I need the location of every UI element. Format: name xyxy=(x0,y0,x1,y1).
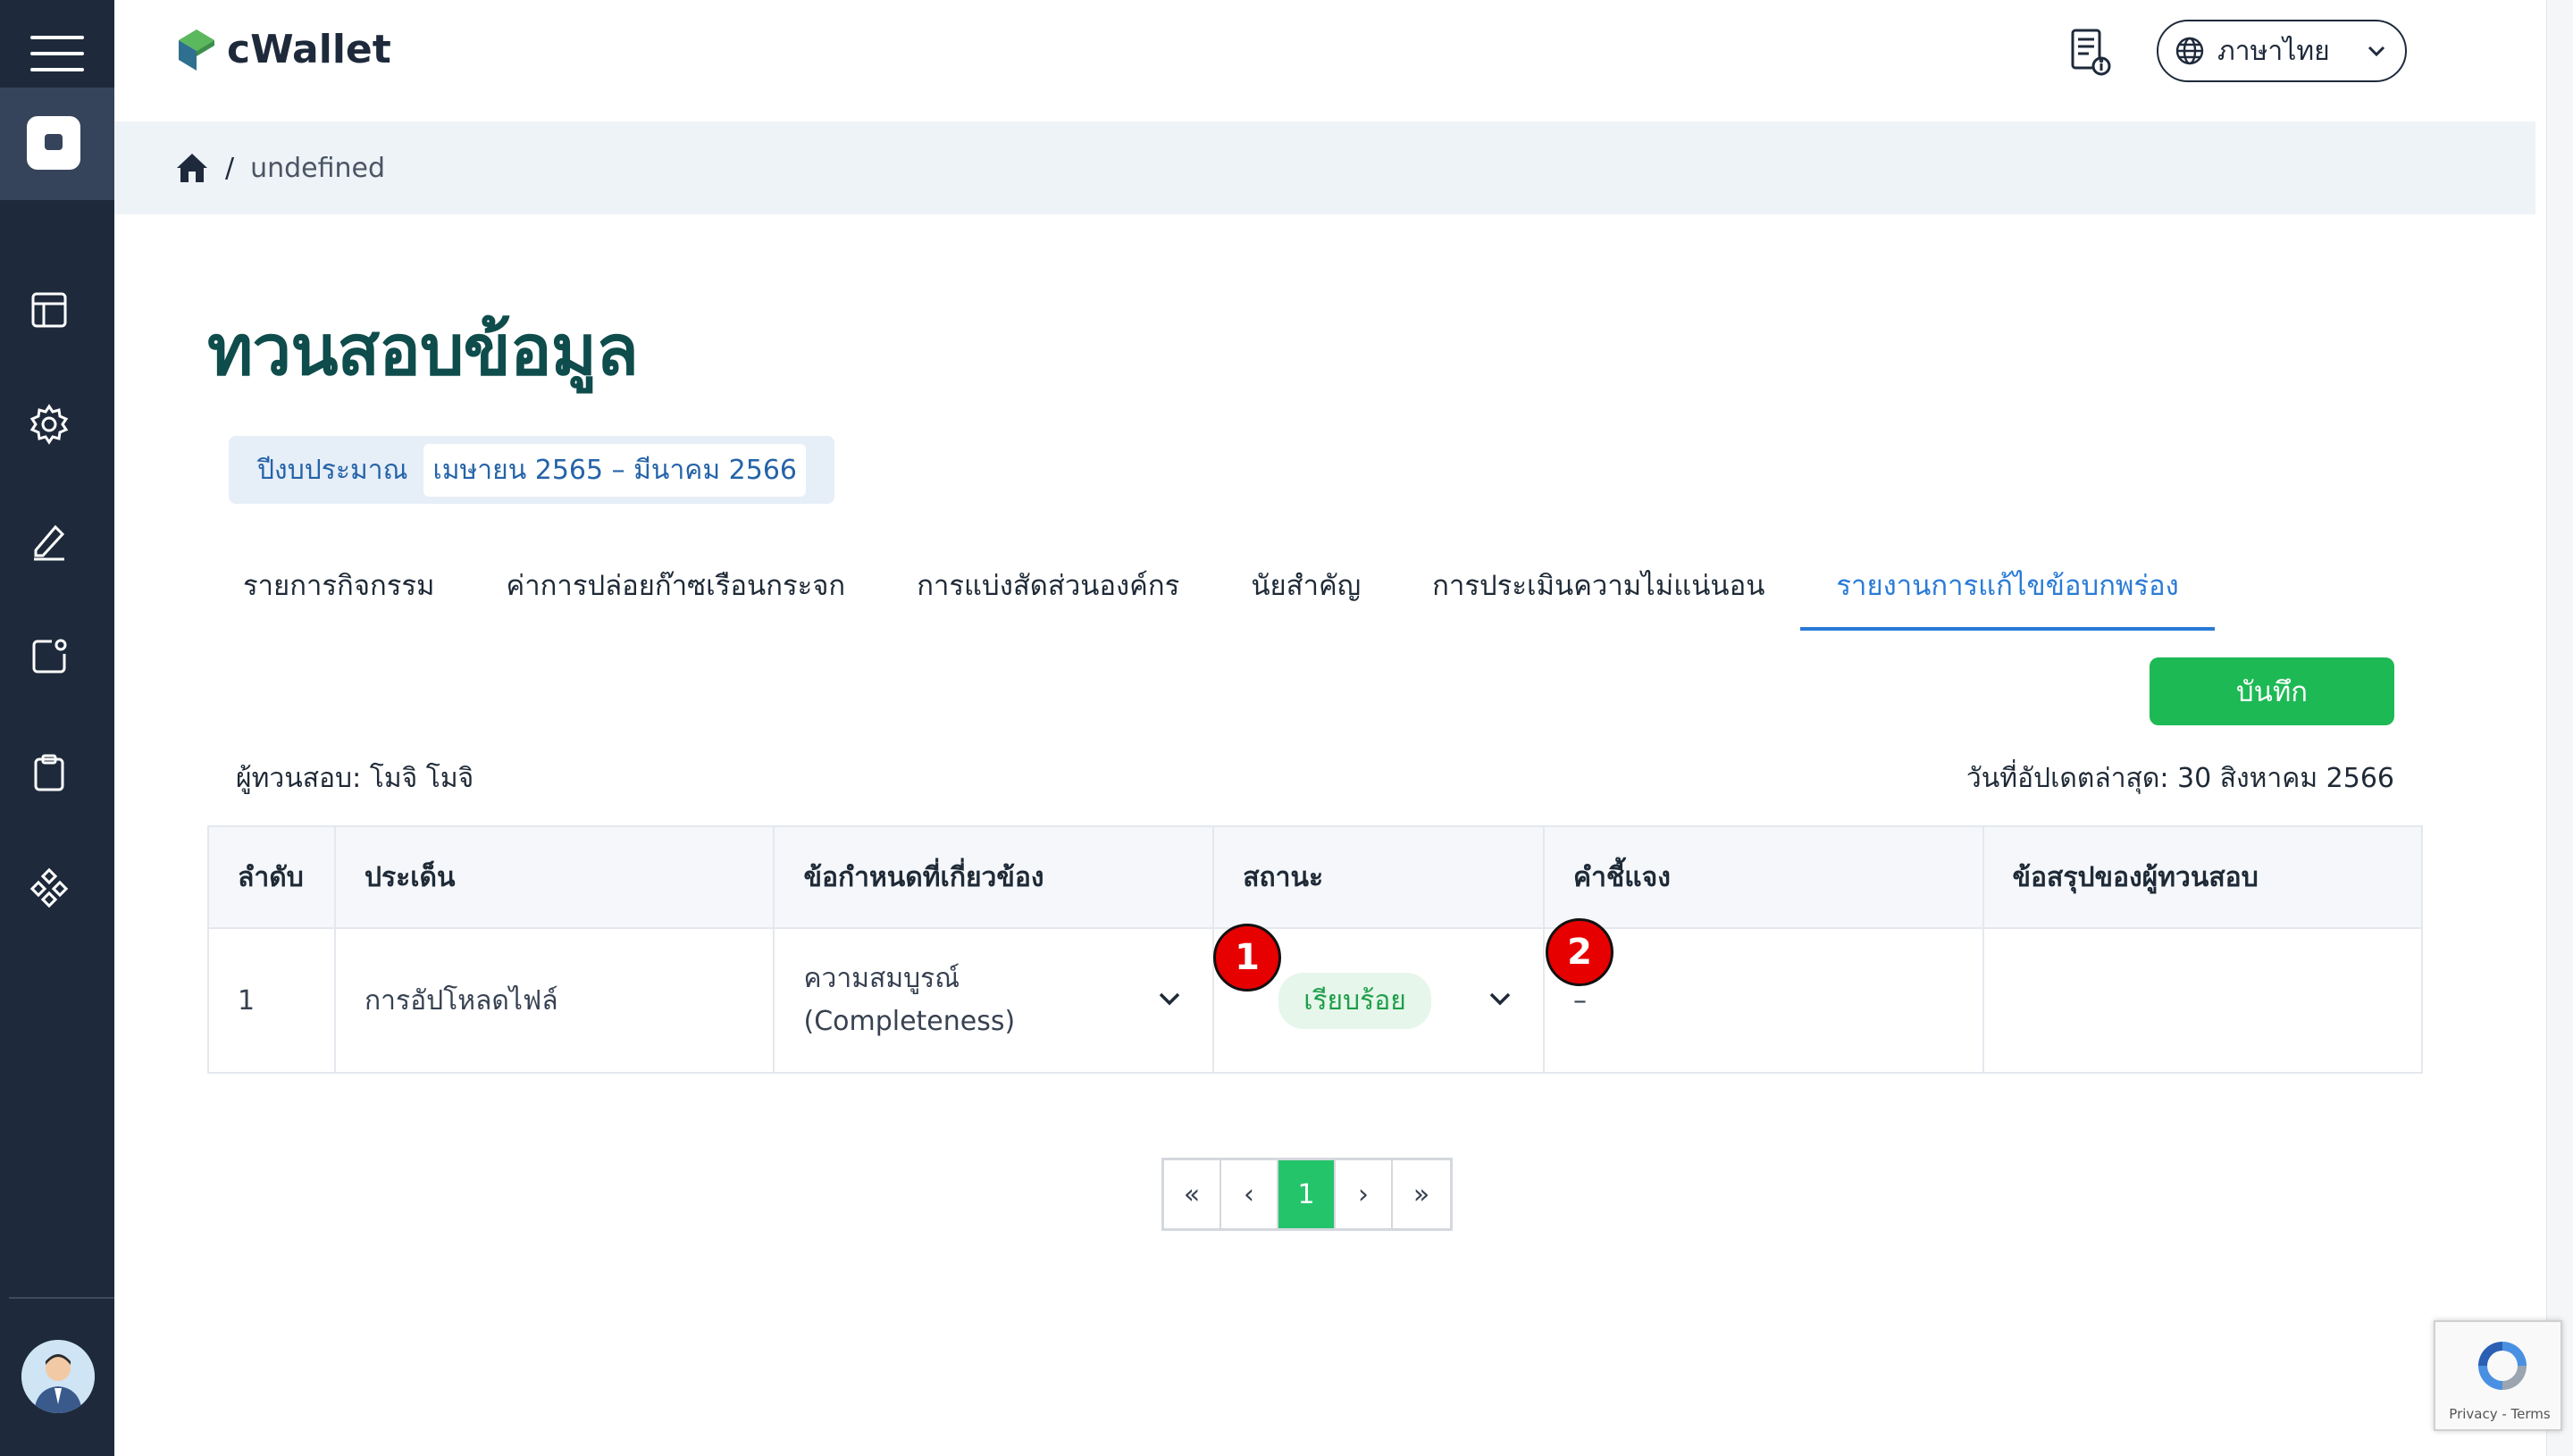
chevron-down-icon[interactable] xyxy=(1152,981,1187,1017)
table-row: 1 การอัปโหลดไฟล์ ความสมบูรณ์ (Completenes… xyxy=(207,927,2423,1074)
home-icon[interactable] xyxy=(175,152,209,184)
recaptcha-text[interactable]: Privacy - Terms xyxy=(2435,1406,2564,1422)
page-current-button[interactable]: 1 xyxy=(1278,1160,1336,1228)
budget-label: ปีงบประมาณ xyxy=(257,454,408,486)
document-info-icon[interactable] xyxy=(2062,25,2116,79)
breadcrumb-current[interactable]: undefined xyxy=(250,153,385,184)
tab-activity-list[interactable]: รายการกิจกรรม xyxy=(207,552,471,631)
cell-issue: การอัปโหลดไฟล์ xyxy=(333,927,775,1074)
recaptcha-badge[interactable]: Privacy - Terms xyxy=(2434,1320,2562,1431)
sidebar-item-camera[interactable] xyxy=(0,88,114,200)
cell-no: 1 xyxy=(207,927,336,1074)
col-header-status: สถานะ xyxy=(1212,825,1546,929)
tab-corrective-report[interactable]: รายงานการแก้ไขข้อบกพร่อง xyxy=(1800,552,2215,631)
save-button[interactable]: บันทึก xyxy=(2150,657,2394,725)
budget-value: เมษายน 2565 – มีนาคม 2566 xyxy=(423,443,807,497)
diamond-grid-icon[interactable] xyxy=(27,866,71,911)
table-header-row: ลำดับ ประเด็น ข้อกำหนดที่เกี่ยวข้อง สถาน… xyxy=(207,825,2423,929)
last-updated: วันที่อัปเดตล่าสุด: 30 สิงหาคม 2566 xyxy=(1965,763,2394,794)
page-next-button[interactable]: › xyxy=(1336,1160,1393,1228)
annotation-marker-2: 2 xyxy=(1546,918,1613,986)
avatar[interactable] xyxy=(21,1340,95,1413)
status-badge: เรียบร้อย xyxy=(1278,972,1431,1029)
col-header-no: ลำดับ xyxy=(207,825,336,929)
col-header-issue: ประเด็น xyxy=(333,825,775,929)
vertical-scrollbar[interactable] xyxy=(2546,0,2573,1456)
language-label: ภาษาไทย xyxy=(2217,35,2330,67)
tab-uncertainty[interactable]: การประเมินความไม่แน่นอน xyxy=(1396,552,1800,631)
logo-text: cWallet xyxy=(227,27,391,72)
chevron-down-icon xyxy=(2368,46,2385,57)
sidebar xyxy=(0,0,114,1456)
clipboard-icon[interactable] xyxy=(27,750,71,795)
sidebar-divider xyxy=(9,1297,114,1299)
cell-conclusion[interactable] xyxy=(1982,927,2423,1074)
page-first-button[interactable]: « xyxy=(1164,1160,1221,1228)
camera-icon xyxy=(27,116,80,170)
tab-significance[interactable]: นัยสำคัญ xyxy=(1215,552,1396,631)
corrective-table: ลำดับ ประเด็น ข้อกำหนดที่เกี่ยวข้อง สถาน… xyxy=(207,825,2423,1074)
recaptcha-icon xyxy=(2478,1342,2527,1390)
layout-icon[interactable] xyxy=(27,288,71,332)
page-prev-button[interactable]: ‹ xyxy=(1221,1160,1278,1228)
breadcrumb: / undefined xyxy=(114,121,2535,214)
budget-year: ปีงบประมาณ เมษายน 2565 – มีนาคม 2566 xyxy=(229,436,835,504)
col-header-conclusion: ข้อสรุปของผู้ทวนสอบ xyxy=(1982,825,2423,929)
page-last-button[interactable]: » xyxy=(1393,1160,1450,1228)
requirement-text: ความสมบูรณ์ (Completeness) xyxy=(803,963,1016,1037)
annotation-marker-1: 1 xyxy=(1213,924,1281,992)
edit-icon[interactable] xyxy=(27,518,71,563)
globe-icon xyxy=(2175,37,2204,65)
notification-icon[interactable] xyxy=(27,634,71,679)
auditor-name: ผู้ทวนสอบ: โมจิ โมจิ xyxy=(236,763,474,794)
top-header: cWallet ภาษาไทย xyxy=(114,0,2546,121)
breadcrumb-separator: / xyxy=(225,152,235,184)
col-header-explanation: คำชี้แจง xyxy=(1543,825,1984,929)
logo[interactable]: cWallet xyxy=(177,27,391,72)
col-header-requirement: ข้อกำหนดที่เกี่ยวข้อง xyxy=(773,825,1215,929)
tab-emission-factors[interactable]: ค่าการปล่อยก๊าซเรือนกระจก xyxy=(471,552,882,631)
tab-bar: รายการกิจกรรม ค่าการปล่อยก๊าซเรือนกระจก … xyxy=(207,552,2215,631)
chevron-down-icon[interactable] xyxy=(1482,981,1518,1017)
pagination: « ‹ 1 › » xyxy=(1161,1158,1453,1231)
cell-requirement[interactable]: ความสมบูรณ์ (Completeness) xyxy=(773,927,1215,1074)
language-select[interactable]: ภาษาไทย xyxy=(2157,20,2407,82)
tab-organization-share[interactable]: การแบ่งสัดส่วนองค์กร xyxy=(881,552,1215,631)
logo-icon xyxy=(179,29,214,71)
gear-icon[interactable] xyxy=(27,402,71,447)
page-title: ทวนสอบข้อมูล xyxy=(207,311,639,391)
menu-icon[interactable] xyxy=(30,36,84,71)
